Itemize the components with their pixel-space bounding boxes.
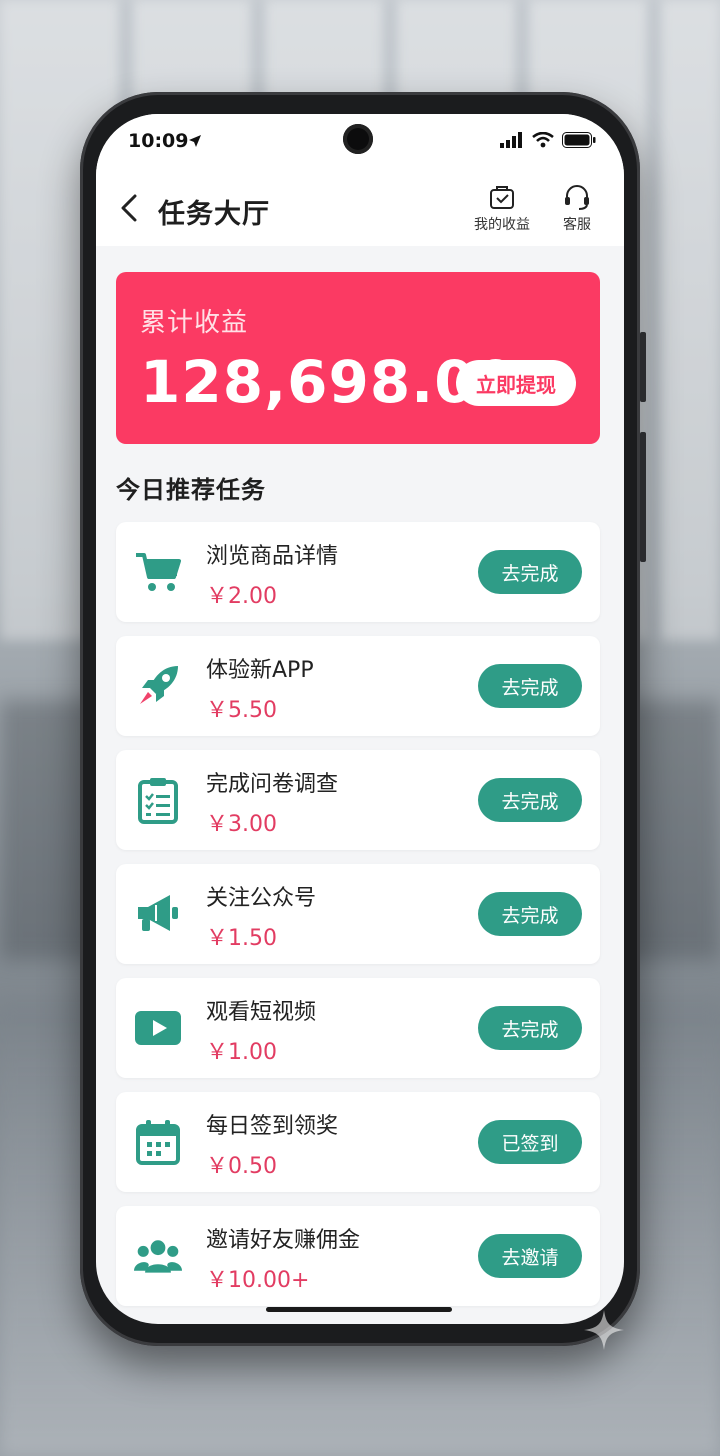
back-button[interactable] <box>114 188 144 228</box>
phone-screen: 10:09 任务大厅 我的收益 客服 累计收益 128,698.00 立即提现 … <box>96 114 624 1324</box>
chevron-left-icon <box>121 194 137 222</box>
battery-icon <box>562 132 596 148</box>
main-content: 累计收益 128,698.00 立即提现 今日推荐任务 浏览商品详情 ￥2.00… <box>96 246 624 1324</box>
task-name: 体验新APP <box>206 658 314 683</box>
task-reward: ￥2.00 <box>206 584 277 609</box>
task-action-button[interactable]: 去完成 <box>478 550 582 594</box>
task-name: 完成问卷调查 <box>206 772 339 797</box>
task-item-watch-video: 观看短视频 ￥1.00 去完成 <box>116 978 600 1078</box>
task-item-invite-friends: 邀请好友赚佣金 ￥10.00+ 去邀请 <box>116 1206 600 1306</box>
clipboard-checklist-icon <box>134 776 182 824</box>
status-icons <box>500 132 596 148</box>
task-name: 浏览商品详情 <box>206 544 339 569</box>
task-item-follow-account: 关注公众号 ￥1.50 去完成 <box>116 864 600 964</box>
rocket-icon <box>134 662 182 710</box>
front-camera <box>343 124 373 154</box>
play-video-icon <box>134 1004 182 1052</box>
location-arrow-icon <box>189 135 201 147</box>
task-name: 每日签到领奖 <box>206 1114 339 1139</box>
customer-service-button[interactable]: 客服 <box>562 182 592 234</box>
task-item-try-app: 体验新APP ￥5.50 去完成 <box>116 636 600 736</box>
task-reward: ￥0.50 <box>206 1154 277 1179</box>
task-action-button[interactable]: 去完成 <box>478 892 582 936</box>
page-title: 任务大厅 <box>158 199 270 230</box>
task-action-button[interactable]: 去邀请 <box>478 1234 582 1278</box>
task-action-button[interactable]: 去完成 <box>478 1006 582 1050</box>
task-name: 关注公众号 <box>206 886 317 911</box>
sparkle-icon <box>584 1310 624 1350</box>
status-time: 10:09 <box>128 130 189 152</box>
section-title: 今日推荐任务 <box>116 476 266 504</box>
users-icon <box>134 1232 182 1280</box>
withdraw-button[interactable]: 立即提现 <box>456 360 576 406</box>
my-earnings-button[interactable]: 我的收益 <box>474 182 530 234</box>
megaphone-icon <box>134 890 182 938</box>
status-bar: 10:09 <box>96 114 624 170</box>
volume-button <box>640 332 646 402</box>
power-button <box>640 432 646 562</box>
signal-icon <box>500 132 522 148</box>
wifi-icon <box>532 132 554 148</box>
my-earnings-label: 我的收益 <box>474 217 530 233</box>
task-reward: ￥10.00+ <box>206 1268 310 1293</box>
task-action-button[interactable]: 去完成 <box>478 664 582 708</box>
wallet-bag-icon <box>490 186 514 209</box>
earnings-card: 累计收益 128,698.00 立即提现 <box>116 272 600 444</box>
earnings-label: 累计收益 <box>140 308 249 338</box>
task-list: 浏览商品详情 ￥2.00 去完成 体验新APP ￥5.50 去完成 完成问卷调查… <box>116 522 600 1320</box>
customer-service-label: 客服 <box>563 217 591 233</box>
task-name: 观看短视频 <box>206 1000 317 1025</box>
task-action-button[interactable]: 已签到 <box>478 1120 582 1164</box>
task-reward: ￥3.00 <box>206 812 277 837</box>
phone-frame: 10:09 任务大厅 我的收益 客服 累计收益 128,698.00 立即提现 … <box>80 92 646 1346</box>
headset-icon <box>565 185 589 210</box>
task-item-browse-product: 浏览商品详情 ￥2.00 去完成 <box>116 522 600 622</box>
task-action-button[interactable]: 去完成 <box>478 778 582 822</box>
home-indicator <box>266 1307 452 1312</box>
task-item-survey: 完成问卷调查 ￥3.00 去完成 <box>116 750 600 850</box>
calendar-icon <box>134 1118 182 1166</box>
task-reward: ￥5.50 <box>206 698 277 723</box>
top-navigation: 任务大厅 我的收益 客服 <box>96 170 624 246</box>
task-item-daily-checkin: 每日签到领奖 ￥0.50 已签到 <box>116 1092 600 1192</box>
shopping-cart-icon <box>134 548 182 596</box>
task-name: 邀请好友赚佣金 <box>206 1228 361 1253</box>
task-reward: ￥1.00 <box>206 1040 277 1065</box>
task-reward: ￥1.50 <box>206 926 277 951</box>
